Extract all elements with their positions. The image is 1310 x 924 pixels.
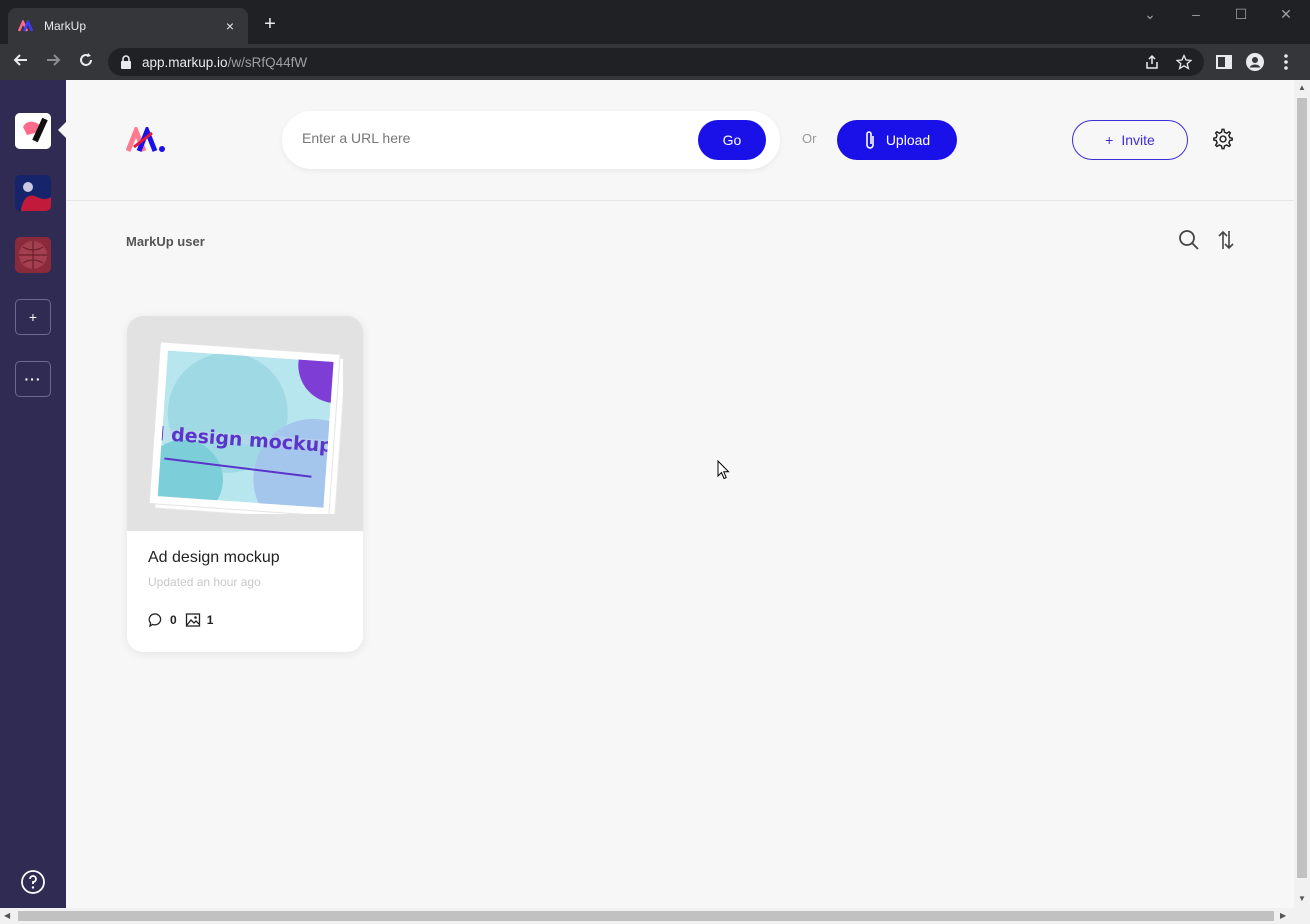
url-input[interactable] [302, 130, 692, 146]
kebab-menu-icon[interactable] [1276, 52, 1296, 72]
profile-icon[interactable] [1245, 52, 1265, 72]
tab-close-icon[interactable]: × [222, 18, 238, 34]
star-icon[interactable] [1176, 54, 1192, 70]
url-path: /w/sRfQ44fW [227, 54, 308, 70]
invite-label: Invite [1121, 132, 1155, 148]
card-stats: 0 1 [148, 612, 213, 628]
main-content: Go Or Upload + Invite MarkUp user [66, 80, 1294, 908]
scroll-left-icon[interactable]: ◀ [4, 911, 10, 920]
paperclip-icon [866, 131, 874, 149]
card-thumbnail-area: l design mockup [127, 316, 363, 531]
chevron-down-icon[interactable]: ⌄ [1138, 6, 1162, 23]
workspace-2[interactable] [15, 175, 51, 211]
search-icon[interactable] [1178, 229, 1200, 251]
workspace-markup[interactable] [15, 113, 51, 149]
upload-label: Upload [885, 132, 931, 148]
scroll-down-icon[interactable]: ▼ [1298, 894, 1306, 903]
card-thumbnail: l design mockup [148, 341, 343, 514]
card-updated-time: Updated an hour ago [148, 575, 261, 589]
workspace-user-label: MarkUp user [126, 234, 205, 249]
markup-workspace-icon [15, 113, 51, 149]
plus-icon: + [1105, 132, 1114, 148]
url-entry-bar: Go [282, 111, 780, 169]
horizontal-scrollbar[interactable]: ◀ ▶ [0, 908, 1310, 924]
image-count: 1 [206, 613, 214, 627]
markup-favicon-icon [18, 20, 34, 32]
workspace-3[interactable] [15, 237, 51, 273]
forward-icon[interactable] [42, 51, 64, 73]
url-host: app.markup.io [142, 54, 228, 70]
scroll-right-icon[interactable]: ▶ [1280, 911, 1286, 920]
minimize-icon[interactable]: – [1184, 6, 1208, 22]
new-tab-button[interactable]: + [258, 14, 282, 34]
close-window-icon[interactable]: ✕ [1274, 6, 1298, 23]
settings-gear-icon[interactable] [1212, 128, 1234, 150]
vertical-scroll-thumb[interactable] [1297, 98, 1307, 878]
more-workspaces-button[interactable]: ··· [15, 361, 51, 397]
card-title[interactable]: Ad design mockup [148, 549, 280, 567]
image-icon [185, 613, 200, 627]
lock-icon [120, 55, 134, 69]
upload-button[interactable]: Upload [837, 120, 957, 160]
vertical-scrollbar[interactable]: ▲ ▼ [1294, 80, 1310, 908]
tab-title: MarkUp [44, 19, 87, 33]
workspace-sidebar: + ··· MU [0, 80, 66, 924]
share-icon[interactable] [1144, 54, 1160, 70]
go-button[interactable]: Go [698, 120, 766, 160]
browser-tab[interactable]: MarkUp × [8, 8, 248, 44]
side-panel-icon[interactable] [1214, 52, 1234, 72]
reload-icon[interactable] [75, 51, 97, 73]
help-icon[interactable] [20, 869, 46, 895]
back-icon[interactable] [10, 51, 32, 73]
maximize-icon[interactable]: ☐ [1229, 6, 1253, 23]
horizontal-scroll-thumb[interactable] [18, 911, 1274, 921]
invite-button[interactable]: + Invite [1072, 120, 1188, 160]
globe-workspace-icon [15, 237, 51, 273]
scroll-up-icon[interactable]: ▲ [1298, 83, 1306, 92]
header-divider [66, 200, 1294, 201]
sort-icon[interactable] [1216, 229, 1236, 251]
workspace-avatar-icon [15, 175, 51, 211]
browser-toolbar: app.markup.io/w/sRfQ44fW [0, 44, 1310, 80]
mouse-cursor-icon [717, 460, 730, 480]
address-bar[interactable]: app.markup.io/w/sRfQ44fW [108, 48, 1204, 76]
add-workspace-button[interactable]: + [15, 299, 51, 335]
comment-count: 0 [170, 613, 177, 627]
markup-logo-icon[interactable] [126, 127, 168, 153]
browser-tab-bar: MarkUp × + ⌄ – ☐ ✕ [0, 0, 1310, 44]
or-label: Or [802, 131, 817, 146]
active-workspace-marker [58, 122, 66, 138]
project-card[interactable]: l design mockup Ad design mockup Updated… [127, 316, 363, 652]
comment-icon [148, 613, 162, 628]
